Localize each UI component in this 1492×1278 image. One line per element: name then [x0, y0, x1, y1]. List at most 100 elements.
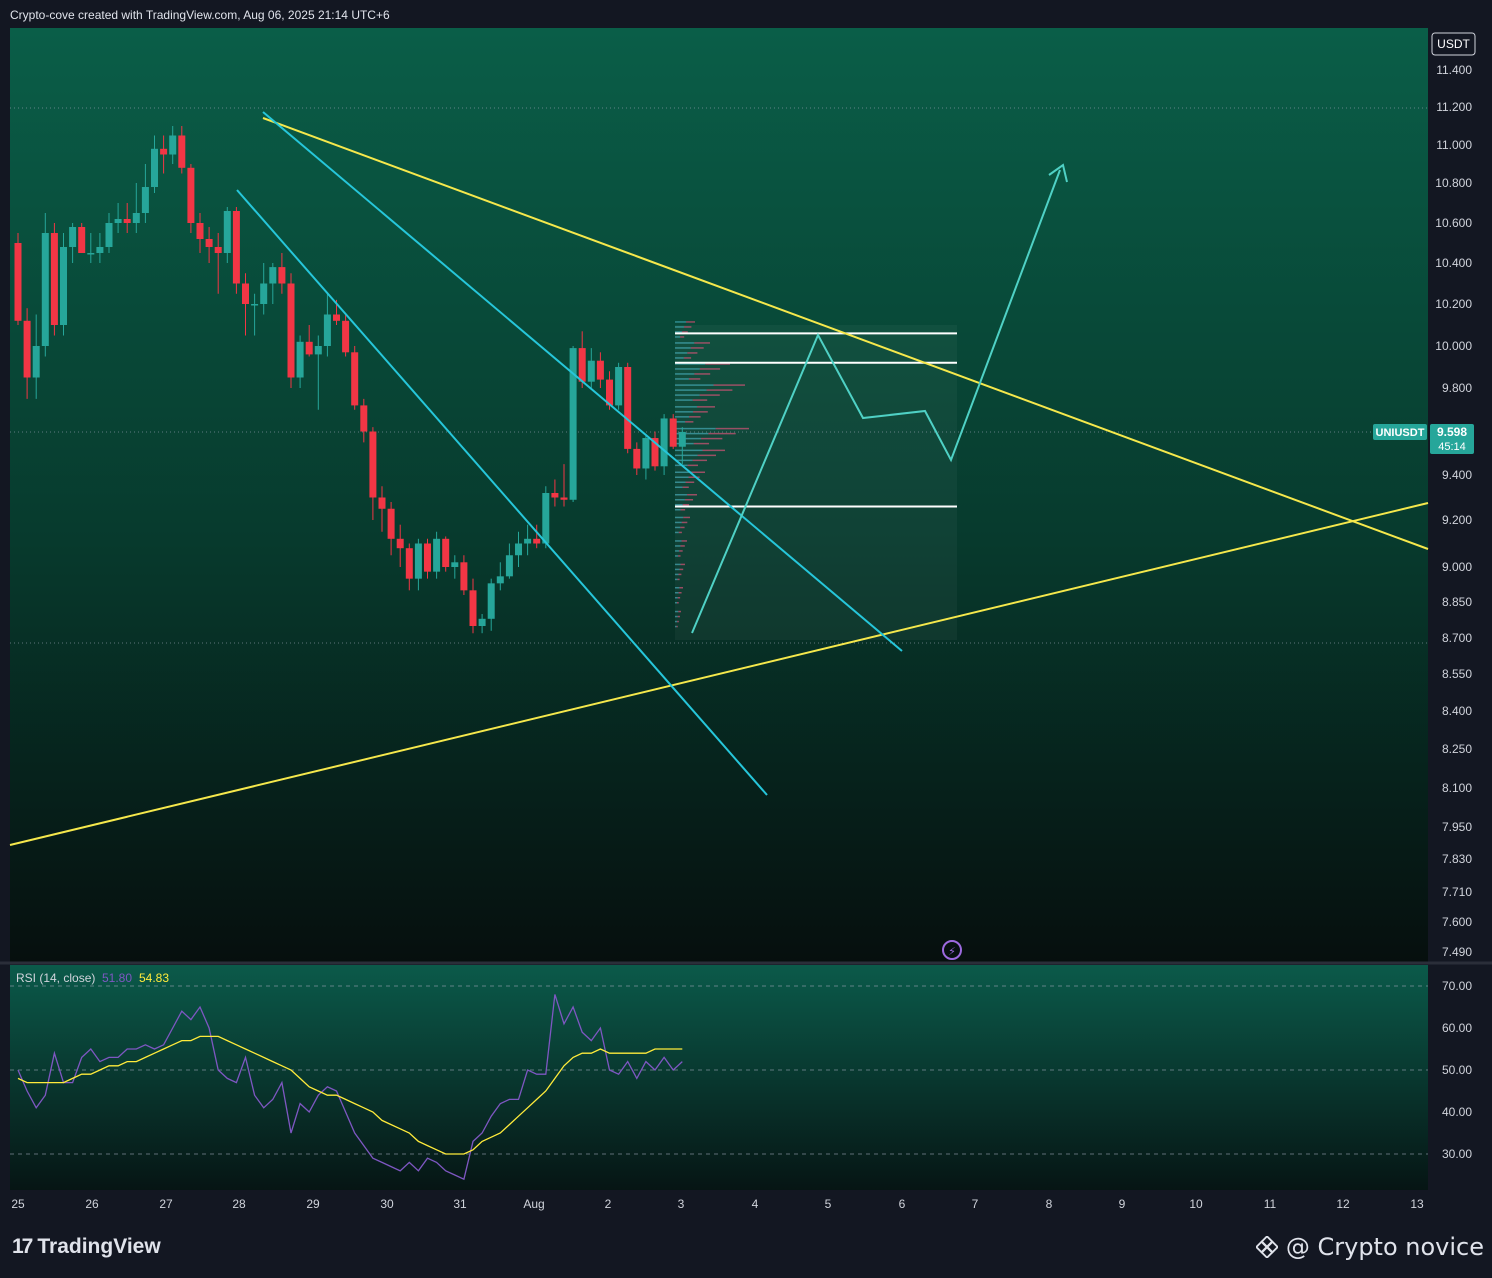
- price-tick-label: 8.400: [1442, 704, 1472, 718]
- candle-body: [205, 239, 213, 247]
- tradingview-logo[interactable]: 17 TradingView: [12, 1235, 161, 1259]
- candle-body: [615, 367, 623, 406]
- time-tick-label: 25: [11, 1197, 25, 1211]
- candle-body: [678, 431, 686, 447]
- time-tick-label: 2: [605, 1197, 612, 1211]
- price-tick-label: 10.400: [1435, 256, 1472, 270]
- candle-body: [442, 538, 450, 567]
- candle-body: [487, 583, 495, 619]
- candle-body: [87, 253, 95, 255]
- candle-body: [260, 283, 268, 304]
- volume-profile-bar: [686, 321, 695, 323]
- candle-body: [369, 431, 377, 498]
- price-tick-label: 9.200: [1442, 513, 1472, 527]
- candle-body: [278, 267, 286, 284]
- candle-body: [232, 211, 240, 284]
- candle-body: [287, 283, 295, 378]
- candle-body: [314, 346, 322, 355]
- candle-body: [505, 555, 513, 577]
- price-tick-label: 7.950: [1442, 820, 1472, 834]
- candle-body: [160, 148, 168, 155]
- candle-body: [669, 418, 677, 447]
- candle-body: [323, 314, 331, 346]
- price-tick-label: 11.400: [1436, 63, 1472, 77]
- price-tick-label: 7.600: [1442, 915, 1472, 929]
- candle-body: [296, 341, 304, 378]
- price-tick-label: 7.830: [1442, 852, 1472, 866]
- candle-body: [251, 304, 259, 306]
- candle-body: [360, 405, 368, 432]
- candle-body: [50, 233, 58, 325]
- time-tick-label: 26: [85, 1197, 99, 1211]
- candle-body: [351, 352, 359, 406]
- candle-body: [32, 346, 40, 378]
- candle-body: [14, 243, 22, 321]
- price-tick-label: 11.000: [1436, 138, 1472, 152]
- price-tick-label: 10.200: [1435, 297, 1472, 311]
- candle-body: [460, 562, 468, 591]
- candle-body: [23, 320, 31, 378]
- time-tick-label: 30: [380, 1197, 394, 1211]
- candle-body: [405, 548, 413, 579]
- rsi-value: 51.80: [102, 971, 132, 985]
- candle-body: [269, 267, 277, 284]
- tradingview-mark-icon: 17: [12, 1235, 33, 1258]
- price-tick-label: 10.600: [1435, 216, 1472, 230]
- tradingview-logo-text: TradingView: [37, 1235, 161, 1258]
- time-tick-label: 3: [678, 1197, 685, 1211]
- candle-body: [660, 418, 668, 467]
- candle-body: [433, 538, 441, 572]
- last-price-value: 9.598: [1437, 425, 1467, 439]
- time-tick-label: 27: [159, 1197, 173, 1211]
- chart-canvas[interactable]: ⚡ 11.400 11.200 11.000 10.800 10.600 10.400 10…: [0, 0, 1492, 1220]
- rsi-tick-label: 70.00: [1442, 979, 1472, 993]
- rsi-tick-label: 60.00: [1442, 1021, 1472, 1035]
- rsi-tick-label: 40.00: [1442, 1105, 1472, 1119]
- rsi-indicator-label: RSI (14, close): [16, 971, 95, 985]
- price-tick-label: 8.100: [1442, 781, 1472, 795]
- time-tick-label: 28: [232, 1197, 246, 1211]
- candle-body: [596, 360, 604, 380]
- candle-body: [633, 448, 641, 469]
- candle-body: [96, 247, 104, 253]
- candle-body: [560, 497, 568, 500]
- price-tick-label: 8.250: [1442, 742, 1472, 756]
- candle-body: [378, 497, 386, 509]
- candle-countdown: 45:14: [1438, 441, 1466, 453]
- candle-body: [424, 543, 431, 572]
- time-tick-label: 4: [752, 1197, 759, 1211]
- candle-body: [242, 283, 249, 304]
- rsi-tick-label: 50.00: [1442, 1063, 1472, 1077]
- candle-body: [105, 223, 113, 247]
- candle-body: [542, 493, 550, 544]
- price-tick-label: 7.490: [1442, 945, 1472, 959]
- candle-body: [496, 576, 504, 584]
- time-tick-label: 7: [972, 1197, 979, 1211]
- candle-body: [123, 219, 131, 223]
- candle-body: [78, 227, 86, 253]
- candle-body: [578, 348, 586, 382]
- candle-body: [223, 211, 231, 253]
- candle-body: [114, 219, 122, 223]
- time-tick-label: 11: [1264, 1197, 1277, 1211]
- candle-body: [587, 360, 595, 382]
- alert-bolt-glyph: ⚡: [948, 945, 956, 958]
- volume-profile-bar: [675, 321, 686, 323]
- candle-body: [132, 213, 140, 223]
- candle-body: [451, 562, 459, 567]
- time-tick-label: 6: [899, 1197, 906, 1211]
- rsi-ma-value: 54.83: [139, 971, 169, 985]
- candle-body: [396, 538, 404, 549]
- candle-body: [524, 538, 532, 544]
- candle-body: [214, 247, 222, 253]
- price-tick-label: 9.800: [1442, 381, 1472, 395]
- price-tick-label: 11.200: [1436, 100, 1472, 114]
- candle-body: [469, 590, 477, 626]
- price-tick-label: 8.850: [1442, 595, 1472, 609]
- candle-body: [342, 320, 350, 353]
- currency-badge-label: USDT: [1437, 37, 1470, 51]
- volume-profile-range-box: [675, 325, 957, 640]
- candle-body: [141, 187, 149, 213]
- candle-body: [178, 135, 186, 168]
- candle-body: [533, 538, 541, 544]
